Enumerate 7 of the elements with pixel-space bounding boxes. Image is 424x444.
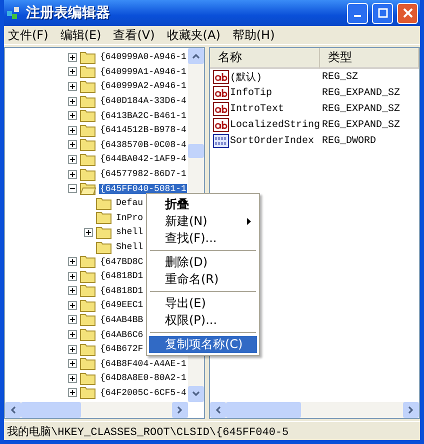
value-type: REG_EXPAND_SZ (321, 120, 402, 130)
value-type: REG_EXPAND_SZ (321, 88, 402, 98)
value-type: REG_EXPAND_SZ (321, 104, 402, 114)
value-type: REG_DWORD (321, 136, 378, 146)
window-title: 注册表编辑器 (26, 4, 111, 22)
value-type: REG_SZ (321, 72, 360, 82)
status-path: 我的电脑\HKEY_CLASSES_ROOT\CLSID\{645FF040-5 (7, 424, 289, 438)
